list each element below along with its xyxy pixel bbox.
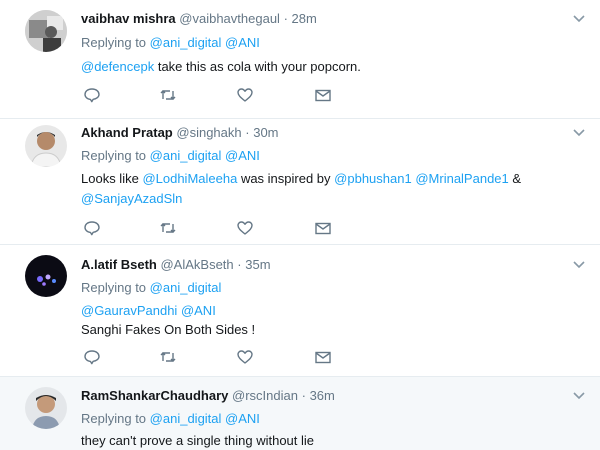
retweet-icon[interactable] bbox=[159, 220, 177, 236]
mention-link[interactable]: @MrinalPande1 bbox=[415, 171, 508, 186]
chevron-down-icon[interactable] bbox=[572, 260, 586, 270]
mention-link[interactable]: @ANI bbox=[181, 303, 216, 318]
user-handle[interactable]: @vaibhavthegaul bbox=[179, 11, 280, 26]
tweet[interactable]: A.latif Bseth @AlAkBseth · 35m Replying … bbox=[0, 245, 600, 377]
tweet-text-part: they can't prove a single thing without … bbox=[81, 433, 315, 448]
separator-dot: · bbox=[245, 125, 250, 140]
envelope-icon[interactable] bbox=[314, 220, 332, 236]
tweet-text: they can't prove a single thing without … bbox=[81, 433, 314, 448]
avatar[interactable] bbox=[25, 387, 67, 429]
tweet-text: Looks like @LodhiMaleeha was inspired by… bbox=[81, 171, 521, 186]
retweet-icon[interactable] bbox=[159, 87, 177, 103]
mention-link[interactable]: @ANI bbox=[225, 411, 260, 426]
mention-link[interactable]: @ANI bbox=[225, 148, 260, 163]
mention-link[interactable]: @SanjayAzadSln bbox=[81, 191, 182, 206]
tweet-text: @GauravPandhi @ANI bbox=[81, 303, 216, 318]
tweet-text-part: Looks like bbox=[81, 171, 139, 186]
replying-to-label: Replying to bbox=[81, 35, 147, 50]
chevron-down-icon[interactable] bbox=[572, 128, 586, 138]
tweet-header: vaibhav mishra @vaibhavthegaul · 28m bbox=[81, 11, 317, 26]
timestamp[interactable]: 30m bbox=[253, 125, 278, 140]
separator-dot: · bbox=[283, 11, 288, 26]
display-name[interactable]: RamShankarChaudhary bbox=[81, 388, 228, 403]
chevron-down-icon[interactable] bbox=[572, 14, 586, 24]
tweet-text-part: Sanghi Fakes On Both Sides ! bbox=[81, 322, 256, 337]
tweet[interactable]: RamShankarChaudhary @rscIndian · 36m Rep… bbox=[0, 377, 600, 450]
tweet-text-part: was inspired by bbox=[240, 171, 331, 186]
tweet-text-part: & bbox=[512, 171, 522, 186]
timestamp[interactable]: 35m bbox=[245, 257, 270, 272]
replying-to-label: Replying to bbox=[81, 411, 147, 426]
tweet-text-continued: Sanghi Fakes On Both Sides ! bbox=[81, 322, 255, 337]
mention-link[interactable]: @ani_digital bbox=[150, 35, 222, 50]
mention-link[interactable]: @GauravPandhi bbox=[81, 303, 177, 318]
tweet[interactable]: vaibhav mishra @vaibhavthegaul · 28m Rep… bbox=[0, 0, 600, 119]
reply-timeline: vaibhav mishra @vaibhavthegaul · 28m Rep… bbox=[0, 0, 600, 450]
timestamp[interactable]: 36m bbox=[310, 388, 335, 403]
tweet-header: Akhand Pratap @singhakh · 30m bbox=[81, 125, 279, 140]
retweet-icon[interactable] bbox=[159, 349, 177, 365]
user-handle[interactable]: @rscIndian bbox=[232, 388, 298, 403]
tweet-actions bbox=[83, 220, 343, 236]
tweet-header: RamShankarChaudhary @rscIndian · 36m bbox=[81, 388, 335, 403]
replying-to: Replying to @ani_digital @ANI bbox=[81, 148, 260, 163]
replying-to-label: Replying to bbox=[81, 148, 147, 163]
mention-link[interactable]: @pbhushan1 bbox=[334, 171, 412, 186]
mention-link[interactable]: @ani_digital bbox=[150, 148, 222, 163]
display-name[interactable]: Akhand Pratap bbox=[81, 125, 173, 140]
tweet-text-continued: @SanjayAzadSln bbox=[81, 191, 182, 206]
mention-link[interactable]: @LodhiMaleeha bbox=[142, 171, 237, 186]
heart-icon[interactable] bbox=[236, 87, 254, 103]
separator-dot: · bbox=[237, 257, 242, 272]
avatar[interactable] bbox=[25, 10, 67, 52]
envelope-icon[interactable] bbox=[314, 87, 332, 103]
tweet[interactable]: Akhand Pratap @singhakh · 30m Replying t… bbox=[0, 119, 600, 245]
reply-icon[interactable] bbox=[83, 87, 101, 103]
user-handle[interactable]: @AlAkBseth bbox=[160, 257, 233, 272]
separator-dot: · bbox=[301, 388, 306, 403]
mention-link[interactable]: @ani_digital bbox=[150, 280, 222, 295]
display-name[interactable]: A.latif Bseth bbox=[81, 257, 157, 272]
avatar[interactable] bbox=[25, 125, 67, 167]
reply-icon[interactable] bbox=[83, 220, 101, 236]
envelope-icon[interactable] bbox=[314, 349, 332, 365]
replying-to: Replying to @ani_digital @ANI bbox=[81, 35, 260, 50]
mention-link[interactable]: @ani_digital bbox=[150, 411, 222, 426]
tweet-actions bbox=[83, 87, 343, 103]
heart-icon[interactable] bbox=[236, 349, 254, 365]
timestamp[interactable]: 28m bbox=[292, 11, 317, 26]
tweet-text-part: take this as cola with your popcorn. bbox=[157, 59, 361, 74]
user-handle[interactable]: @singhakh bbox=[176, 125, 241, 140]
tweet-header: A.latif Bseth @AlAkBseth · 35m bbox=[81, 257, 271, 272]
mention-link[interactable]: @ANI bbox=[225, 35, 260, 50]
avatar[interactable] bbox=[25, 255, 67, 297]
tweet-actions bbox=[83, 349, 343, 365]
mention-link[interactable]: @defencepk bbox=[81, 59, 154, 74]
tweet-text: @defencepk take this as cola with your p… bbox=[81, 59, 361, 74]
chevron-down-icon[interactable] bbox=[572, 391, 586, 401]
reply-icon[interactable] bbox=[83, 349, 101, 365]
heart-icon[interactable] bbox=[236, 220, 254, 236]
display-name[interactable]: vaibhav mishra bbox=[81, 11, 176, 26]
replying-to-label: Replying to bbox=[81, 280, 147, 295]
replying-to: Replying to @ani_digital bbox=[81, 280, 221, 295]
replying-to: Replying to @ani_digital @ANI bbox=[81, 411, 260, 426]
